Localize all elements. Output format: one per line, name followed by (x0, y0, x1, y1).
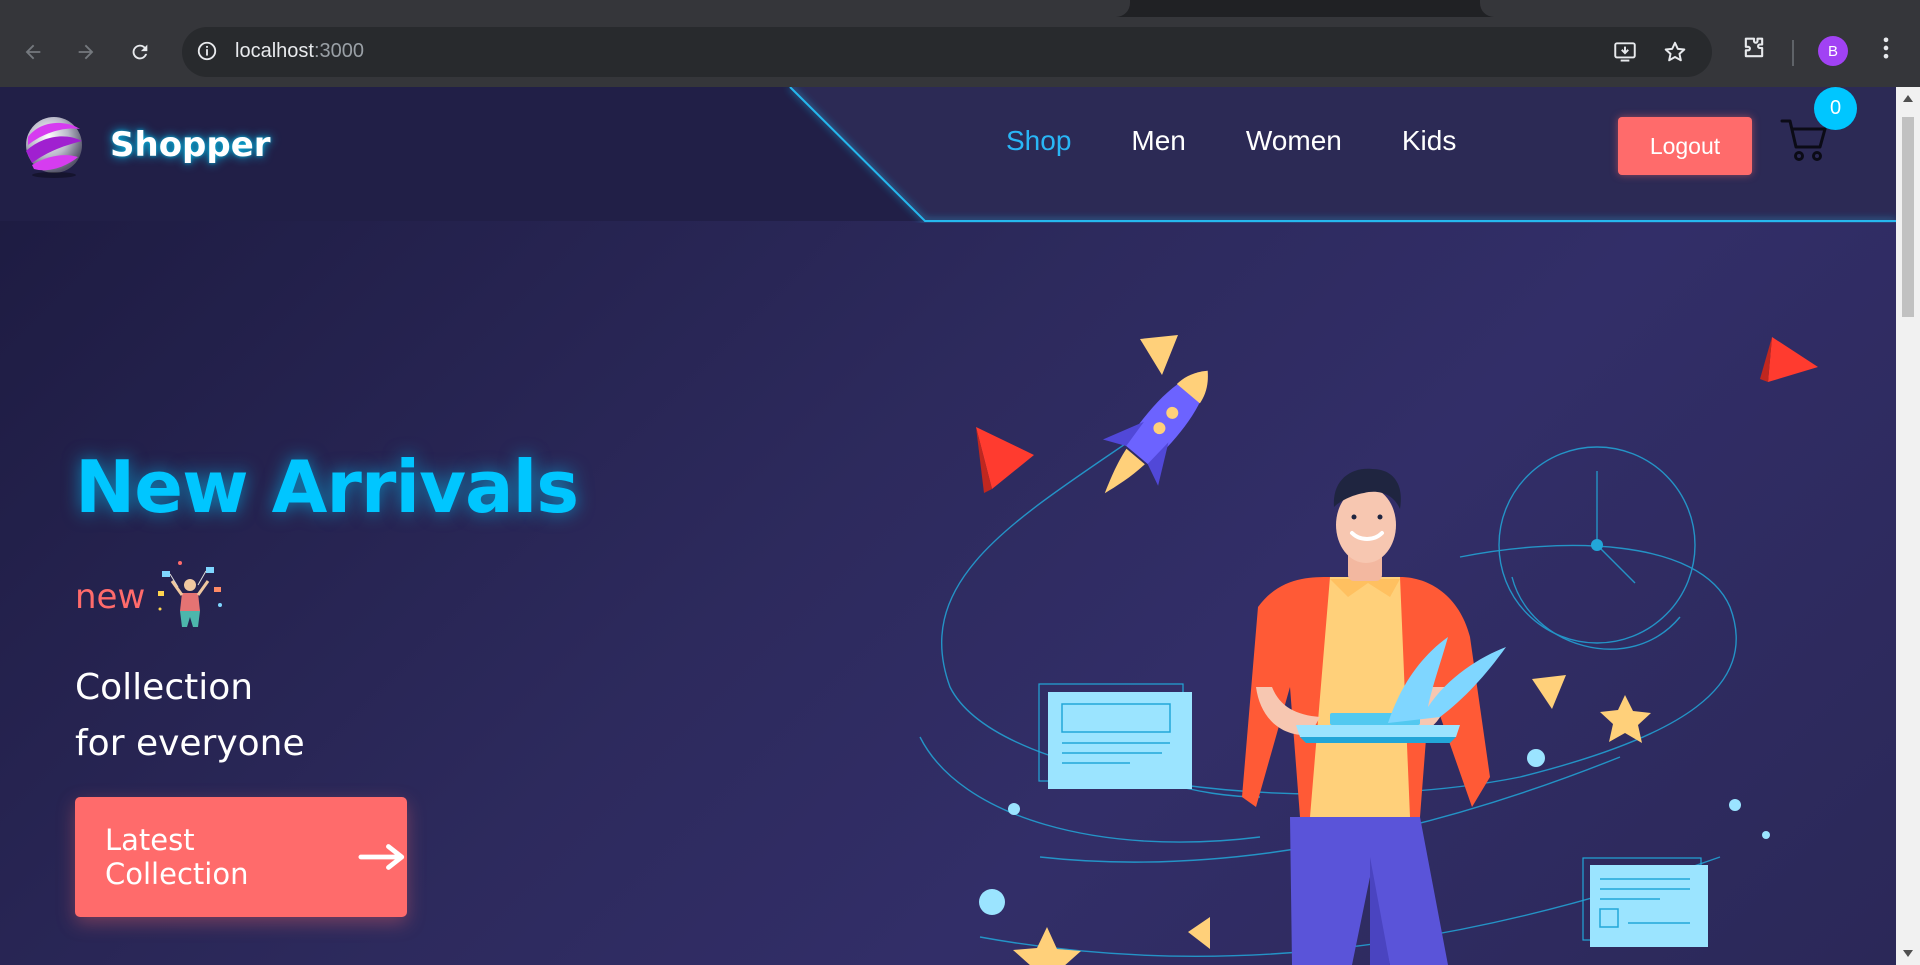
back-button[interactable] (15, 34, 51, 70)
forward-arrow-icon (78, 44, 94, 60)
main-menu: Shop Men Women Kids (1006, 125, 1456, 157)
site-info-icon (197, 41, 217, 61)
scrollbar-thumb[interactable] (1902, 117, 1914, 317)
url-port: :3000 (313, 40, 364, 62)
cart-count-badge: 0 (1814, 87, 1857, 130)
menu-item-shop[interactable]: Shop (1006, 125, 1071, 157)
tab-strip-right (1480, 0, 1920, 17)
hero-illustration (919, 335, 1818, 965)
tab-strip (0, 0, 1920, 17)
extensions-icon (1744, 37, 1764, 58)
navbar: Shopper Shop Men Women Kids Logout 0 (0, 87, 1896, 223)
page-scrollbar[interactable] (1896, 87, 1920, 965)
celebration-icon (158, 561, 222, 627)
latest-collection-label: Latest Collection (105, 823, 249, 891)
profile-avatar[interactable]: B (1818, 36, 1848, 66)
hero-new-label: new (75, 577, 146, 617)
scroll-up-icon[interactable] (1903, 95, 1913, 102)
arrow-right-icon (358, 844, 404, 870)
hero-subtitle-line2: for everyone (75, 723, 305, 764)
menu-item-kids[interactable]: Kids (1402, 125, 1456, 157)
reload-icon (132, 44, 148, 60)
hero-subtitle-line1: Collection (75, 667, 254, 708)
chrome-menu-icon (1883, 37, 1889, 59)
logout-button[interactable]: Logout (1618, 117, 1752, 175)
install-app-icon (1614, 42, 1636, 62)
back-arrow-icon (25, 44, 41, 60)
forward-button[interactable] (68, 34, 104, 70)
scroll-down-icon[interactable] (1903, 950, 1913, 957)
latest-collection-button[interactable]: Latest Collection (75, 797, 407, 917)
address-bar[interactable]: localhost:3000 (182, 27, 1712, 77)
chrome-menu-button[interactable] (1872, 34, 1900, 66)
extensions-button[interactable] (1740, 34, 1768, 66)
brand-name: Shopper (110, 125, 271, 165)
toolbar-separator (1792, 40, 1794, 66)
url-text[interactable]: localhost:3000 (235, 40, 364, 63)
url-host: localhost (235, 40, 314, 62)
install-app-button[interactable] (1612, 39, 1638, 69)
reload-button[interactable] (122, 34, 158, 70)
bookmark-star-icon (1664, 41, 1686, 62)
page-viewport: Shopper Shop Men Women Kids Logout 0 New… (0, 87, 1896, 965)
site-info-button[interactable] (196, 40, 218, 66)
tab-strip-left (0, 0, 1130, 17)
bookmark-button[interactable] (1662, 39, 1688, 69)
brand-logo[interactable]: Shopper (20, 111, 271, 179)
browser-toolbar: localhost:3000 B (0, 17, 1920, 87)
globe-logo-icon (26, 117, 82, 178)
menu-item-men[interactable]: Men (1131, 125, 1185, 157)
hero-title: New Arrivals (75, 445, 579, 529)
menu-item-women[interactable]: Women (1246, 125, 1342, 157)
